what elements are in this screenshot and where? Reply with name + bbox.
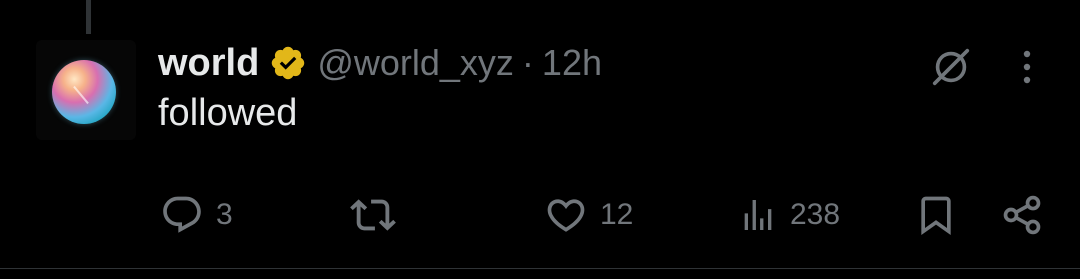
share-icon (1003, 195, 1041, 235)
thread-line (86, 0, 91, 34)
like-button[interactable]: 12 (544, 190, 633, 240)
reply-icon (163, 196, 201, 233)
action-bar: 3 12 238 (0, 190, 1080, 240)
share-button[interactable] (1000, 190, 1044, 240)
post-divider (0, 268, 1080, 269)
separator-dot: · (521, 42, 534, 83)
reply-button[interactable]: 3 (160, 190, 233, 240)
bookmark-icon (921, 196, 951, 236)
verified-badge-icon[interactable] (269, 44, 307, 82)
more-icon[interactable] (1010, 42, 1044, 92)
reply-count: 3 (216, 198, 233, 231)
author-handle[interactable]: @world_xyz (317, 42, 514, 84)
author-name[interactable]: world (158, 42, 259, 85)
repost-button[interactable] (350, 190, 408, 240)
repost-icon (350, 199, 396, 231)
bookmark-button[interactable] (914, 190, 958, 240)
views-icon (744, 200, 772, 230)
views-button[interactable]: 238 (738, 190, 840, 240)
post-header: world @world_xyz · 12h (158, 40, 602, 86)
grok-icon[interactable] (926, 42, 976, 92)
avatar[interactable] (52, 60, 116, 124)
like-count: 12 (600, 198, 634, 231)
views-count: 238 (790, 198, 841, 231)
post-text: followed (158, 92, 298, 134)
heart-icon (547, 199, 585, 232)
timestamp[interactable]: 12h (542, 42, 602, 84)
